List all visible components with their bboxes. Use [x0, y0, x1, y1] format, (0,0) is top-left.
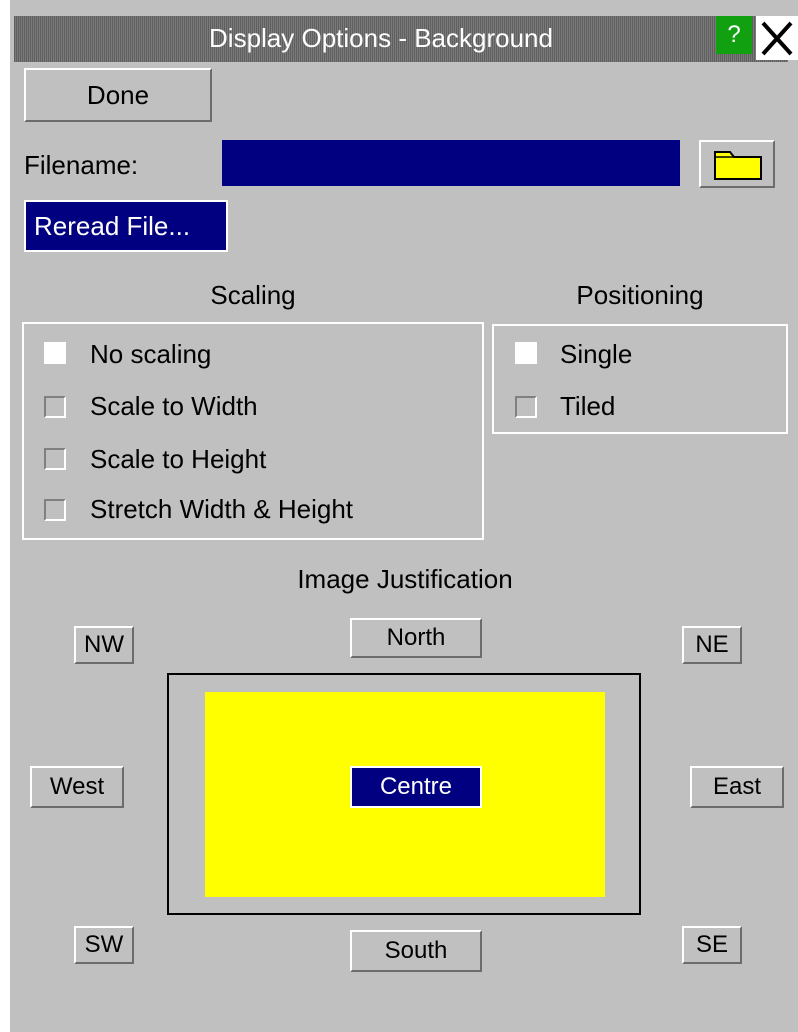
- north-button-label: North: [386, 624, 446, 651]
- folder-icon: [714, 151, 762, 180]
- se-button[interactable]: SE: [682, 926, 742, 964]
- ne-button-label: NE: [695, 631, 729, 658]
- single-label: Single: [560, 339, 633, 369]
- positioning-heading: Positioning: [576, 280, 704, 310]
- nw-button-label: NW: [84, 631, 124, 658]
- tiled-checkbox[interactable]: [515, 396, 537, 418]
- scaling-heading: Scaling: [210, 280, 296, 310]
- close-icon: [761, 21, 793, 56]
- single-checkbox[interactable]: [515, 342, 537, 364]
- filename-field[interactable]: [222, 140, 680, 186]
- scale-to-height-label: Scale to Height: [90, 444, 267, 474]
- north-button[interactable]: North: [350, 618, 482, 658]
- reread-file-button[interactable]: Reread File...: [24, 200, 228, 252]
- no-scaling-label: No scaling: [90, 339, 212, 369]
- south-button[interactable]: South: [350, 930, 482, 972]
- ne-button[interactable]: NE: [682, 626, 742, 664]
- filename-label: Filename:: [24, 150, 139, 180]
- sw-button[interactable]: SW: [74, 926, 134, 964]
- se-button-label: SE: [695, 931, 728, 958]
- done-button-label: Done: [86, 80, 150, 110]
- scale-to-width-label: Scale to Width: [90, 391, 258, 421]
- image-justification-heading: Image Justification: [297, 564, 513, 594]
- stretch-width-height-label: Stretch Width & Height: [90, 494, 353, 524]
- sw-button-label: SW: [84, 931, 124, 958]
- close-button[interactable]: [756, 16, 798, 60]
- west-button-label: West: [49, 773, 105, 800]
- scale-to-width-checkbox[interactable]: [44, 396, 66, 418]
- nw-button[interactable]: NW: [74, 626, 134, 664]
- help-button[interactable]: ?: [716, 16, 752, 54]
- east-button[interactable]: East: [690, 766, 784, 808]
- tiled-label: Tiled: [560, 391, 616, 421]
- window-title: Display Options - Background: [209, 23, 553, 53]
- centre-button-label: Centre: [379, 773, 453, 800]
- east-button-label: East: [712, 773, 762, 800]
- stretch-width-height-checkbox[interactable]: [44, 499, 66, 521]
- done-button[interactable]: Done: [24, 68, 212, 122]
- scale-to-height-checkbox[interactable]: [44, 448, 66, 470]
- browse-folder-button[interactable]: [699, 140, 775, 188]
- south-button-label: South: [384, 937, 448, 964]
- no-scaling-checkbox[interactable]: [44, 342, 66, 364]
- reread-file-label: Reread File...: [34, 211, 191, 241]
- centre-button[interactable]: Centre: [350, 766, 482, 808]
- west-button[interactable]: West: [30, 766, 124, 808]
